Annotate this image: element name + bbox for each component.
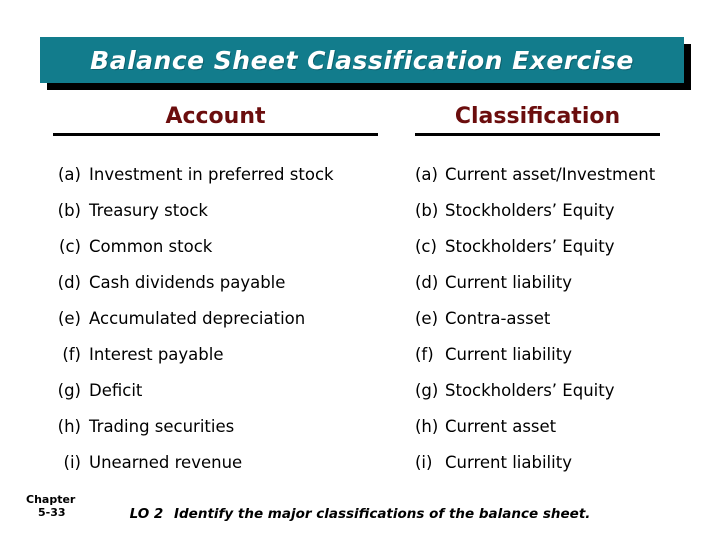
account-label: Deficit [89,380,143,400]
table-row: (b) Treasury stock (b) Stockholders’ Equ… [0,192,720,228]
row-marker: (i) [415,452,433,472]
account-cell: (b) Treasury stock [55,192,208,228]
account-cell: (f) Interest payable [55,336,224,372]
row-marker: (c) [415,236,437,256]
account-cell: (e) Accumulated depreciation [55,300,305,336]
classification-cell: (d) Current liability [415,264,572,300]
classification-label: Stockholders’ Equity [445,200,615,220]
account-label: Common stock [89,236,213,256]
row-marker: (g) [57,380,81,400]
column-header-classification-rule [415,133,660,136]
row-marker: (e) [415,308,439,328]
account-cell: (a) Investment in preferred stock [55,156,334,192]
row-marker: (d) [415,272,439,292]
account-label: Trading securities [89,416,235,436]
classification-label: Current asset/Investment [445,164,656,184]
row-marker: (i) [63,452,81,472]
row-marker: (a) [58,164,81,184]
row-marker: (c) [59,236,81,256]
classification-cell: (i) Current liability [415,444,572,480]
classification-cell: (g) Stockholders’ Equity [415,372,614,408]
account-cell: (h) Trading securities [55,408,235,444]
row-marker: (h) [415,416,439,436]
row-marker: (h) [57,416,81,436]
table-row: (f) Interest payable (f) Current liabili… [0,336,720,372]
footer-lo-tag: LO 2 [129,506,164,522]
classification-label: Contra-asset [445,308,551,328]
account-label: Accumulated depreciation [89,308,306,328]
table-row: (d) Cash dividends payable (d) Current l… [0,264,720,300]
classification-cell: (h) Current asset [415,408,556,444]
account-cell: (d) Cash dividends payable [55,264,286,300]
table-row: (c) Common stock (c) Stockholders’ Equit… [0,228,720,264]
classification-label: Current liability [445,344,572,364]
column-header-account: Account [165,104,266,129]
row-marker: (f) [415,344,434,364]
column-header-account-rule [53,133,378,136]
slide-title: Balance Sheet Classification Exercise [90,45,634,75]
row-marker: (e) [57,308,81,328]
exercise-table: (a) Investment in preferred stock (a) Cu… [0,156,720,480]
title-banner: Balance Sheet Classification Exercise [40,37,684,83]
row-marker: (d) [57,272,81,292]
footer-learning-objective: LO 2 Identify the major classifications … [0,506,720,522]
table-row: (g) Deficit (g) Stockholders’ Equity [0,372,720,408]
table-row: (i) Unearned revenue (i) Current liabili… [0,444,720,480]
classification-label: Current asset [445,416,557,436]
row-marker: (f) [62,344,81,364]
account-label: Interest payable [89,344,224,364]
column-header-classification: Classification [454,104,621,129]
classification-cell: (b) Stockholders’ Equity [415,192,614,228]
account-cell: (c) Common stock [55,228,212,264]
row-marker: (a) [415,164,438,184]
account-label: Treasury stock [89,200,208,220]
classification-cell: (f) Current liability [415,336,572,372]
classification-label: Current liability [445,452,572,472]
table-row: (h) Trading securities (h) Current asset [0,408,720,444]
classification-label: Current liability [445,272,572,292]
account-label: Cash dividends payable [89,272,286,292]
table-row: (a) Investment in preferred stock (a) Cu… [0,156,720,192]
classification-label: Stockholders’ Equity [445,236,615,256]
row-marker: (b) [415,200,439,220]
title-banner-container: Balance Sheet Classification Exercise [40,37,691,90]
account-cell: (i) Unearned revenue [55,444,243,480]
row-marker: (g) [415,380,439,400]
footer-chapter-label: Chapter [26,493,76,506]
row-marker: (b) [57,200,81,220]
classification-cell: (a) Current asset/Investment [415,156,655,192]
account-cell: (g) Deficit [55,372,143,408]
account-label: Investment in preferred stock [89,164,334,184]
footer-lo-text: Identify the major classifications of th… [173,506,591,522]
classification-label: Stockholders’ Equity [445,380,615,400]
classification-cell: (e) Contra-asset [415,300,550,336]
account-label: Unearned revenue [89,452,243,472]
table-row: (e) Accumulated depreciation (e) Contra-… [0,300,720,336]
classification-cell: (c) Stockholders’ Equity [415,228,614,264]
